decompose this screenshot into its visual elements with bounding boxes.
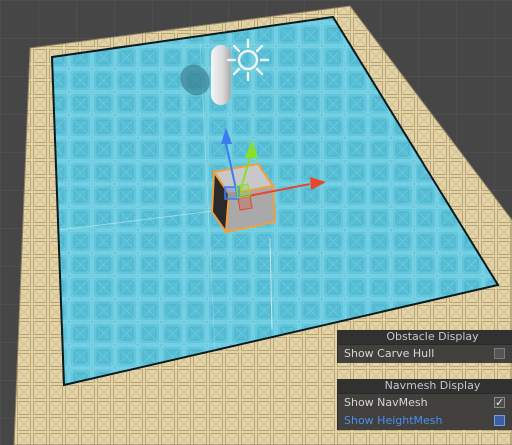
show-heightmesh-label: Show HeightMesh [344, 414, 443, 427]
show-heightmesh-row[interactable]: Show HeightMesh [338, 412, 512, 430]
obstacle-display-title: Obstacle Display [338, 330, 512, 345]
obstacle-display-panel: Obstacle Display Show Carve Hull [337, 330, 512, 363]
navmesh-display-title: Navmesh Display [338, 379, 512, 394]
show-carve-hull-checkbox[interactable] [494, 348, 505, 359]
scene-viewport[interactable]: Obstacle Display Show Carve Hull Navmesh… [0, 0, 512, 445]
show-carve-hull-label: Show Carve Hull [344, 347, 435, 360]
show-heightmesh-checkbox[interactable] [494, 415, 505, 426]
show-carve-hull-row[interactable]: Show Carve Hull [338, 345, 512, 363]
checkmark-icon: ✓ [495, 396, 505, 409]
navmesh-display-panel: Navmesh Display Show NavMesh ✓ Show Heig… [337, 379, 512, 430]
show-navmesh-row[interactable]: Show NavMesh ✓ [338, 394, 512, 412]
show-navmesh-label: Show NavMesh [344, 396, 428, 409]
capsule-object[interactable] [211, 45, 231, 105]
show-navmesh-checkbox[interactable]: ✓ [494, 397, 505, 408]
